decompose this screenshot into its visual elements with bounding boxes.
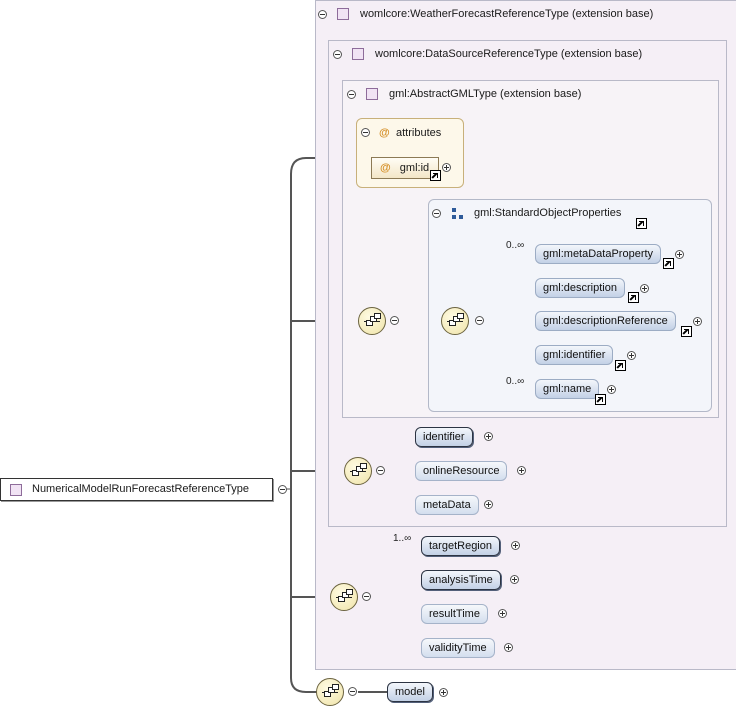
collapse-toggle-sequence[interactable] <box>390 316 399 325</box>
occurrence-label: 0..∞ <box>506 376 525 387</box>
element-identifier[interactable]: identifier <box>415 427 473 447</box>
element-metadata[interactable]: metaData <box>415 495 479 515</box>
collapse-toggle-abstract-gml[interactable] <box>347 90 356 99</box>
root-complex-type[interactable]: NumericalModelRunForecastReferenceType <box>0 478 273 501</box>
expand-toggle-targetregion[interactable] <box>511 541 520 550</box>
expand-toggle-resulttime[interactable] <box>498 609 507 618</box>
extension-header-abstract-gml: gml:AbstractGMLType (extension base) <box>389 88 582 100</box>
reference-arrow-icon <box>430 170 441 181</box>
collapse-toggle-data-source[interactable] <box>333 50 342 59</box>
occurrence-label: 1..∞ <box>393 533 412 544</box>
collapse-toggle-sequence[interactable] <box>362 592 371 601</box>
element-gml-metadataproperty[interactable]: gml:metaDataProperty <box>535 244 662 264</box>
reference-arrow-icon <box>663 258 674 269</box>
element-onlineresource[interactable]: onlineResource <box>415 461 508 481</box>
root-type-label: NumericalModelRunForecastReferenceType <box>32 483 250 495</box>
element-analysistime[interactable]: analysisTime <box>421 570 501 590</box>
attribute-name: gml:id <box>399 162 430 174</box>
expand-toggle-validitytime[interactable] <box>504 643 513 652</box>
reference-arrow-icon <box>595 394 606 405</box>
expand-toggle-gml-id[interactable] <box>442 163 451 172</box>
expand-toggle-analysistime[interactable] <box>510 575 519 584</box>
group-label-standard-object-properties: gml:StandardObjectProperties <box>474 207 622 219</box>
collapse-toggle-root[interactable] <box>278 485 287 494</box>
complex-type-icon <box>10 484 22 496</box>
group-icon <box>452 208 463 219</box>
expand-toggle-gml-descriptionreference[interactable] <box>693 317 702 326</box>
element-validitytime[interactable]: validityTime <box>421 638 495 658</box>
expand-toggle-metadata[interactable] <box>484 500 493 509</box>
expand-toggle-gml-metadataproperty[interactable] <box>675 250 684 259</box>
expand-toggle-gml-identifier[interactable] <box>627 351 636 360</box>
element-gml-descriptionreference[interactable]: gml:descriptionReference <box>535 311 676 331</box>
reference-arrow-icon <box>636 218 647 229</box>
expand-toggle-model[interactable] <box>439 688 448 697</box>
collapse-toggle-attributes[interactable] <box>361 128 370 137</box>
expand-toggle-gml-name[interactable] <box>607 385 616 394</box>
extension-header-weather-forecast: womlcore:WeatherForecastReferenceType (e… <box>360 8 654 20</box>
sequence-compositor-icon[interactable] <box>330 583 358 611</box>
collapse-toggle-standard-object-properties[interactable] <box>432 209 441 218</box>
expand-toggle-onlineresource[interactable] <box>517 466 526 475</box>
sequence-compositor-icon[interactable] <box>358 307 386 335</box>
expand-toggle-gml-description[interactable] <box>640 284 649 293</box>
element-gml-identifier[interactable]: gml:identifier <box>535 345 614 365</box>
reference-arrow-icon <box>615 360 626 371</box>
element-targetregion[interactable]: targetRegion <box>421 536 500 556</box>
sequence-compositor-icon[interactable] <box>441 307 469 335</box>
collapse-toggle-sequence[interactable] <box>348 687 357 696</box>
extension-header-data-source: womlcore:DataSourceReferenceType (extens… <box>375 48 643 60</box>
collapse-toggle-weather-forecast[interactable] <box>318 10 327 19</box>
complex-type-icon <box>366 88 378 100</box>
attribute-at-icon: @ <box>380 162 391 174</box>
attribute-at-icon: @ <box>379 127 390 139</box>
collapse-toggle-sequence[interactable] <box>376 466 385 475</box>
element-gml-description[interactable]: gml:description <box>535 278 625 298</box>
element-resulttime[interactable]: resultTime <box>421 604 488 624</box>
occurrence-label: 0..∞ <box>506 240 525 251</box>
attribute-gml-id[interactable]: @ gml:id <box>371 157 439 179</box>
sequence-compositor-icon[interactable] <box>344 457 372 485</box>
reference-arrow-icon <box>628 292 639 303</box>
reference-arrow-icon <box>681 326 692 337</box>
sequence-compositor-icon[interactable] <box>316 678 344 706</box>
complex-type-icon <box>337 8 349 20</box>
element-gml-name[interactable]: gml:name <box>535 379 600 399</box>
expand-toggle-identifier[interactable] <box>484 432 493 441</box>
collapse-toggle-sequence[interactable] <box>475 316 484 325</box>
complex-type-icon <box>352 48 364 60</box>
attributes-label: attributes <box>396 127 442 139</box>
element-model[interactable]: model <box>387 682 433 702</box>
